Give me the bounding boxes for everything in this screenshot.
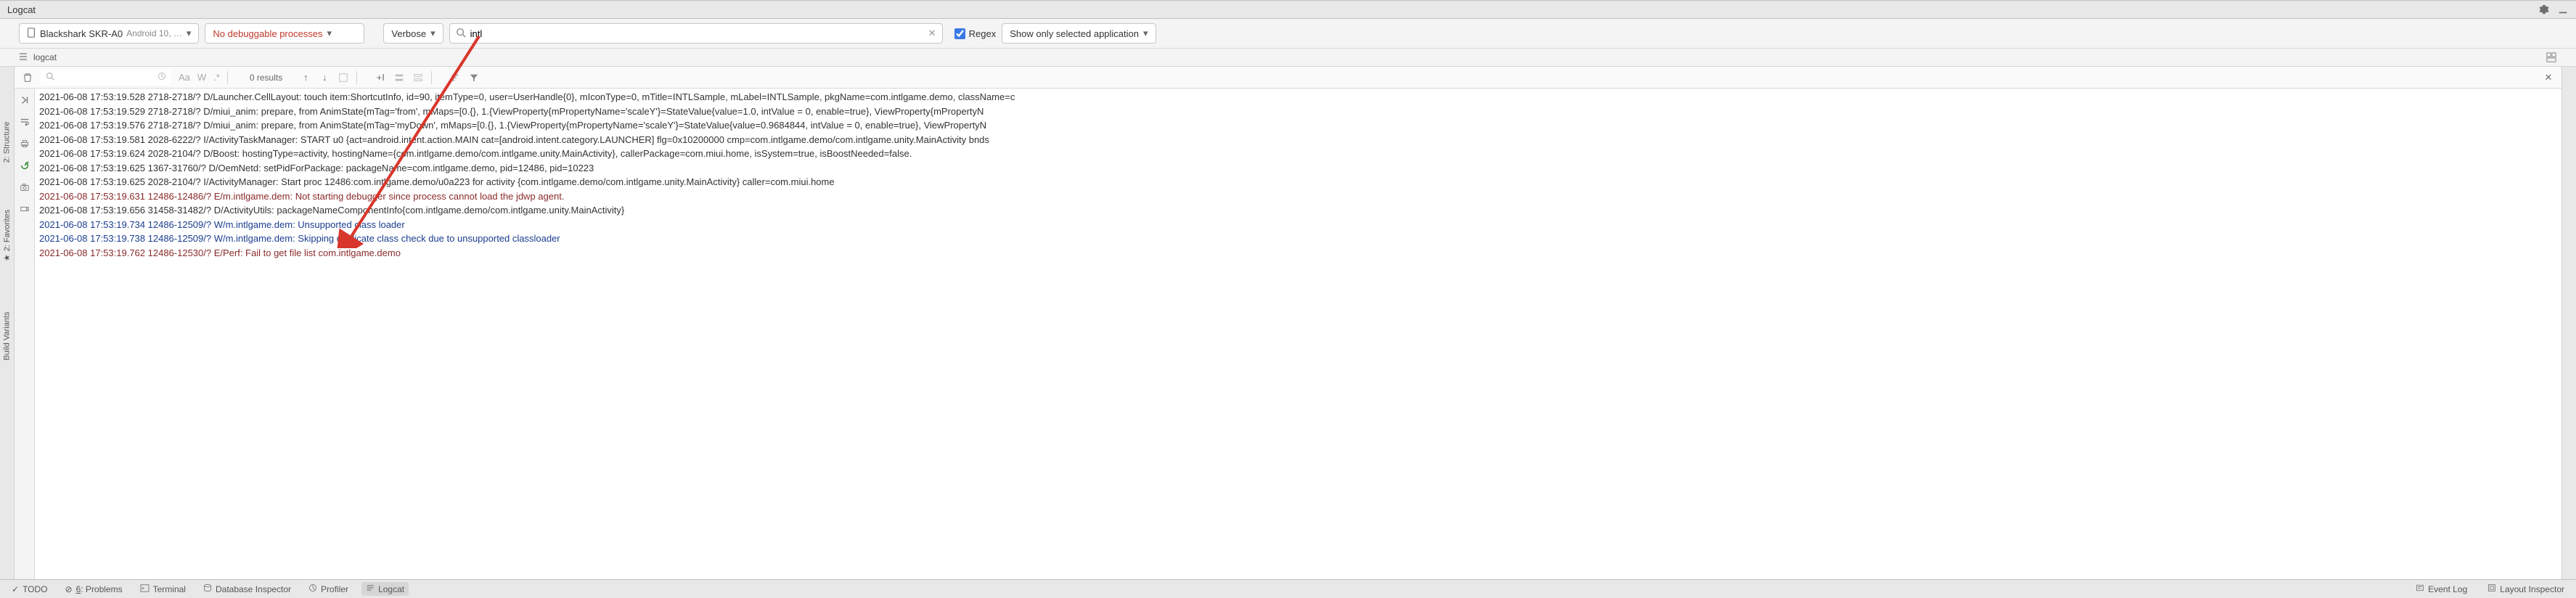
search-icon xyxy=(46,72,54,83)
side-tab-favorites[interactable]: ★ 2: Favorites xyxy=(2,210,12,261)
tab-profiler[interactable]: Profiler xyxy=(304,582,353,596)
search-box[interactable]: ✕ xyxy=(449,23,943,44)
log-level-label: Verbose xyxy=(391,28,426,39)
event-log-icon xyxy=(2416,583,2424,594)
panel-title-bar: Logcat xyxy=(0,0,2576,19)
log-line: 2021-06-08 17:53:19.734 12486-12509/? W/… xyxy=(39,218,2557,232)
log-line: 2021-06-08 17:53:19.625 1367-31760/? D/O… xyxy=(39,161,2557,176)
record-icon[interactable] xyxy=(19,203,30,215)
panel-title: Logcat xyxy=(7,4,36,15)
terminal-icon xyxy=(140,584,150,594)
chevron-down-icon: ▾ xyxy=(327,28,332,39)
regex-checkbox-input[interactable] xyxy=(954,28,965,39)
tab-label: Logcat xyxy=(378,584,404,594)
log-line: 2021-06-08 17:53:19.738 12486-12509/? W/… xyxy=(39,232,2557,246)
log-line: 2021-06-08 17:53:19.625 2028-2104/? I/Ac… xyxy=(39,175,2557,189)
deselect-icon[interactable] xyxy=(412,72,424,83)
phone-icon xyxy=(27,28,36,40)
arrow-up-icon[interactable]: ↑ xyxy=(300,72,311,83)
expand-icon[interactable] xyxy=(338,72,349,83)
warning-icon: ⊘ xyxy=(65,584,73,594)
regex-label: Regex xyxy=(969,28,997,39)
tab-database-inspector[interactable]: Database Inspector xyxy=(199,582,295,596)
profiler-icon xyxy=(308,583,317,594)
chevron-down-icon: ▾ xyxy=(430,28,436,39)
camera-icon[interactable] xyxy=(19,181,30,193)
log-line: 2021-06-08 17:53:19.762 12486-12530/? E/… xyxy=(39,246,2557,261)
log-line: 2021-06-08 17:53:19.624 2028-2104/? D/Bo… xyxy=(39,147,2557,161)
filter-selector[interactable]: Show only selected application ▾ xyxy=(1002,23,1156,44)
chevron-down-icon: ▾ xyxy=(1143,28,1148,39)
left-side-tabs: 2: Structure ★ 2: Favorites Build Varian… xyxy=(0,67,15,579)
search-icon xyxy=(456,28,466,40)
logcat-toolbar: Blackshark SKR-A0 Android 10, … ▾ No deb… xyxy=(0,19,2576,49)
soft-wrap-icon[interactable] xyxy=(19,116,30,128)
history-icon[interactable] xyxy=(158,72,166,83)
side-tab-structure[interactable]: 2: Structure xyxy=(3,122,12,163)
sort-icon[interactable] xyxy=(449,72,461,83)
process-selector[interactable]: No debuggable processes ▾ xyxy=(205,23,364,44)
tab-label: Terminal xyxy=(153,584,186,594)
sub-tab-label[interactable]: logcat xyxy=(33,52,57,62)
layout-inspector-icon xyxy=(2487,583,2496,594)
device-name: Blackshark SKR-A0 xyxy=(40,28,123,39)
log-line: 2021-06-08 17:53:19.581 2028-6222/? I/Ac… xyxy=(39,133,2557,147)
tab-label: Database Inspector xyxy=(216,584,291,594)
tab-logcat[interactable]: Logcat xyxy=(361,582,409,596)
clear-search-icon[interactable]: ✕ xyxy=(928,28,936,39)
scroll-end-icon[interactable] xyxy=(19,94,30,106)
layout-inspector-label: Layout Inspector xyxy=(2500,584,2564,594)
minimize-icon[interactable] xyxy=(2557,4,2569,15)
logcat-icon xyxy=(366,583,375,594)
regex-checkbox[interactable]: Regex xyxy=(954,28,997,39)
restart-icon[interactable] xyxy=(19,160,30,171)
tab-label: 6: Problems xyxy=(76,584,123,594)
layout-inspector-button[interactable]: Layout Inspector xyxy=(2483,582,2569,596)
close-icon[interactable]: ✕ xyxy=(2543,72,2554,83)
side-tab-build-variants[interactable]: Build Variants xyxy=(3,311,12,360)
log-line: 2021-06-08 17:53:19.656 31458-31482/? D/… xyxy=(39,203,2557,218)
tab-problems[interactable]: ⊘ 6: Problems xyxy=(61,583,127,596)
words-toggle[interactable]: W xyxy=(197,72,206,83)
select-all-icon[interactable] xyxy=(393,72,405,83)
right-side-gutter xyxy=(2561,67,2576,579)
regex-toggle[interactable]: .* xyxy=(213,72,220,83)
results-bar: Aa W .* 0 results ↑ ↓ +I xyxy=(15,67,2561,89)
bottom-bar: ✓ TODO ⊘ 6: Problems Terminal Database I… xyxy=(0,579,2576,598)
log-line: 2021-06-08 17:53:19.631 12486-12486/? E/… xyxy=(39,189,2557,204)
process-label: No debuggable processes xyxy=(213,28,322,39)
tab-label: TODO xyxy=(23,584,47,594)
database-icon xyxy=(203,583,212,594)
arrow-down-icon[interactable]: ↓ xyxy=(319,72,330,83)
device-selector[interactable]: Blackshark SKR-A0 Android 10, … ▾ xyxy=(19,23,199,44)
log-line: 2021-06-08 17:53:19.528 2718-2718/? D/La… xyxy=(39,90,2557,105)
log-line: 2021-06-08 17:53:19.576 2718-2718/? D/mi… xyxy=(39,118,2557,133)
gear-icon[interactable] xyxy=(2538,4,2550,15)
tab-terminal[interactable]: Terminal xyxy=(136,583,190,596)
search-input[interactable] xyxy=(470,28,924,39)
match-case-toggle[interactable]: Aa xyxy=(179,72,190,83)
log-line: 2021-06-08 17:53:19.529 2718-2718/? D/mi… xyxy=(39,105,2557,119)
tab-todo[interactable]: ✓ TODO xyxy=(7,583,52,596)
add-selection-icon[interactable]: +I xyxy=(375,72,386,83)
filter-label: Show only selected application xyxy=(1010,28,1139,39)
event-log-label: Event Log xyxy=(2428,584,2467,594)
check-icon: ✓ xyxy=(12,584,19,594)
tab-label: Profiler xyxy=(321,584,348,594)
print-icon[interactable] xyxy=(19,138,30,150)
list-icon xyxy=(19,52,28,63)
event-log-button[interactable]: Event Log xyxy=(2411,582,2471,596)
mini-search[interactable] xyxy=(41,70,171,85)
chevron-down-icon: ▾ xyxy=(187,28,192,39)
filter-icon[interactable] xyxy=(468,72,480,83)
sub-toolbar: logcat xyxy=(0,49,2576,67)
log-action-gutter xyxy=(15,89,35,579)
trash-icon[interactable] xyxy=(22,72,33,83)
results-count: 0 results xyxy=(250,73,282,83)
device-sub: Android 10, … xyxy=(126,28,182,38)
log-content[interactable]: 2021-06-08 17:53:19.528 2718-2718/? D/La… xyxy=(35,89,2561,579)
layout-icon[interactable] xyxy=(2546,52,2557,63)
log-level-selector[interactable]: Verbose ▾ xyxy=(383,23,443,44)
